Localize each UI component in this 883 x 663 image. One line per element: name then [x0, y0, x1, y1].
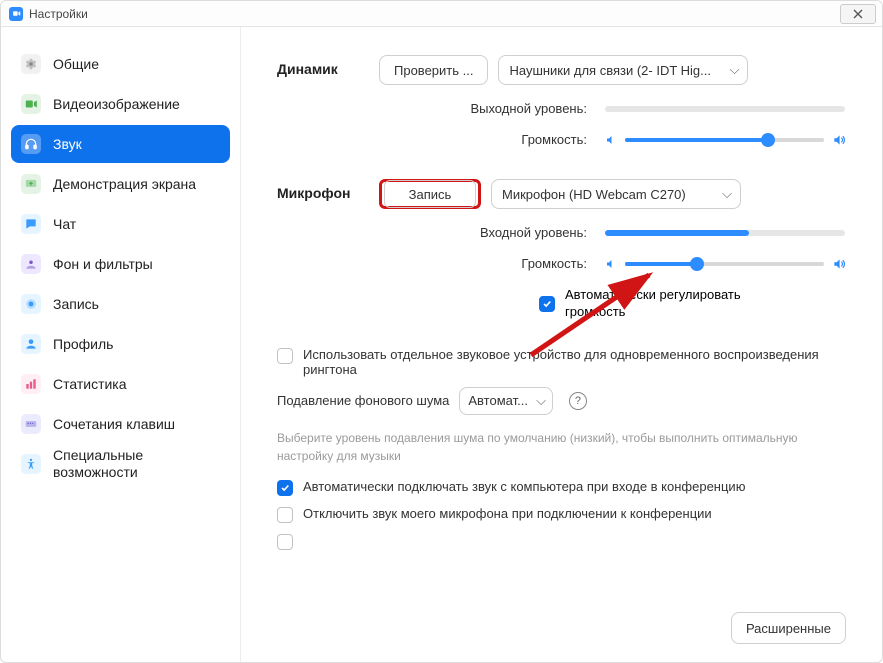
chevron-down-icon: ⌵ — [722, 186, 732, 202]
sidebar-item-label: Фон и фильтры — [53, 256, 153, 272]
chevron-down-icon: ⌵ — [730, 62, 740, 78]
sidebar-item-label: Демонстрация экрана — [53, 176, 196, 192]
profile-icon — [21, 334, 41, 354]
truncated-checkbox[interactable] — [277, 534, 293, 550]
sidebar-item-chat[interactable]: Чат — [11, 205, 230, 243]
sidebar-item-background[interactable]: Фон и фильтры — [11, 245, 230, 283]
separate-ringtone-label: Использовать отдельное звуковое устройст… — [303, 347, 846, 377]
advanced-button[interactable]: Расширенные — [731, 612, 846, 644]
sidebar-item-label: Профиль — [53, 336, 113, 352]
sidebar-item-general[interactable]: Общие — [11, 45, 230, 83]
sidebar-item-label: Запись — [53, 296, 99, 312]
sidebar-item-profile[interactable]: Профиль — [11, 325, 230, 363]
test-speaker-button[interactable]: Проверить ... — [379, 55, 488, 85]
speaker-high-icon — [832, 257, 846, 271]
speaker-volume-slider[interactable] — [625, 138, 824, 142]
sidebar-item-statistics[interactable]: Статистика — [11, 365, 230, 403]
speaker-high-icon — [832, 133, 846, 147]
sidebar-item-label: Специальные возможности — [53, 447, 220, 482]
video-icon — [21, 94, 41, 114]
sidebar-item-share[interactable]: Демонстрация экрана — [11, 165, 230, 203]
main-panel: Динамик Проверить ... Наушники для связи… — [241, 27, 882, 662]
input-level-label: Входной уровень: — [379, 225, 587, 240]
speaker-low-icon — [605, 258, 617, 270]
keyboard-icon — [21, 414, 41, 434]
chevron-down-icon: ⌵ — [536, 393, 546, 409]
headphones-icon — [21, 134, 41, 154]
window-title: Настройки — [29, 7, 88, 21]
microphone-heading: Микрофон — [277, 179, 379, 201]
sidebar-item-recording[interactable]: Запись — [11, 285, 230, 323]
mute-on-join-checkbox[interactable] — [277, 507, 293, 523]
mic-device-select[interactable]: Микрофон (HD Webcam C270) ⌵ — [491, 179, 741, 209]
stats-icon — [21, 374, 41, 394]
speaker-volume-label: Громкость: — [379, 132, 587, 147]
sidebar-item-label: Чат — [53, 216, 76, 232]
mic-volume-slider[interactable] — [625, 262, 824, 266]
titlebar: Настройки — [1, 1, 882, 27]
sidebar-item-shortcuts[interactable]: Сочетания клавиш — [11, 405, 230, 443]
auto-join-audio-checkbox[interactable] — [277, 480, 293, 496]
output-level-label: Выходной уровень: — [379, 101, 587, 116]
gear-icon — [21, 54, 41, 74]
input-level-meter — [605, 230, 845, 236]
app-icon — [9, 7, 23, 21]
sidebar-item-label: Общие — [53, 56, 99, 72]
sidebar-item-label: Звук — [53, 136, 82, 152]
separate-ringtone-checkbox[interactable] — [277, 348, 293, 364]
accessibility-icon — [21, 454, 41, 474]
share-screen-icon — [21, 174, 41, 194]
sidebar-item-accessibility[interactable]: Специальные возможности — [11, 445, 230, 483]
sidebar: Общие Видеоизображение Звук Демонстрация… — [1, 27, 241, 662]
speaker-device-select[interactable]: Наушники для связи (2- IDT Hig... ⌵ — [498, 55, 748, 85]
auto-gain-label: Автоматически регулировать громкость — [565, 287, 775, 321]
help-icon[interactable]: ? — [569, 392, 587, 410]
sidebar-item-video[interactable]: Видеоизображение — [11, 85, 230, 123]
background-icon — [21, 254, 41, 274]
noise-suppression-select[interactable]: Автомат... ⌵ — [459, 387, 553, 415]
noise-suppression-label: Подавление фонового шума — [277, 393, 449, 408]
sidebar-item-label: Сочетания клавиш — [53, 416, 175, 432]
record-icon — [21, 294, 41, 314]
close-button[interactable] — [840, 4, 876, 24]
noise-hint: Выберите уровень подавления шума по умол… — [277, 429, 846, 465]
settings-window: Настройки Общие Видеоизображение Звук Де… — [0, 0, 883, 663]
speaker-heading: Динамик — [277, 55, 379, 77]
sidebar-item-label: Статистика — [53, 376, 127, 392]
auto-join-audio-label: Автоматически подключать звук с компьюте… — [303, 479, 745, 494]
auto-gain-checkbox[interactable] — [539, 296, 555, 312]
mic-volume-label: Громкость: — [379, 256, 587, 271]
output-level-meter — [605, 106, 845, 112]
sidebar-item-audio[interactable]: Звук — [11, 125, 230, 163]
sidebar-item-label: Видеоизображение — [53, 96, 180, 112]
chat-icon — [21, 214, 41, 234]
mute-on-join-label: Отключить звук моего микрофона при подкл… — [303, 506, 712, 521]
record-mic-button[interactable]: Запись — [379, 179, 481, 209]
speaker-low-icon — [605, 134, 617, 146]
